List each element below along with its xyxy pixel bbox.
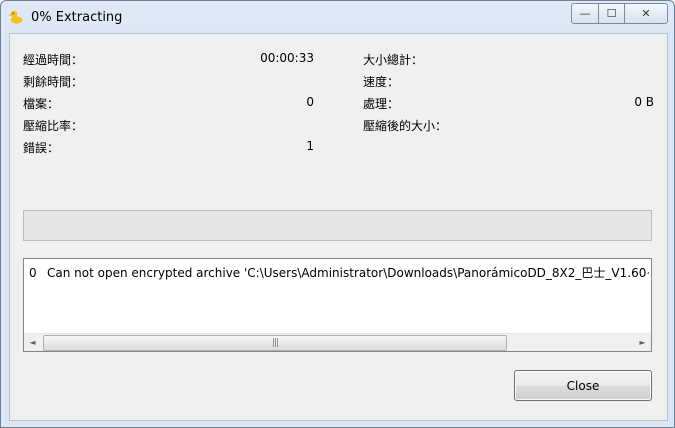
compression-ratio-label: 壓縮比率： <box>23 119 84 133</box>
close-window-button[interactable]: ✕ <box>625 3 668 24</box>
minimize-button[interactable]: — <box>571 3 599 24</box>
processed-value: 0 B <box>634 95 654 109</box>
extract-window: 0% Extracting — ☐ ✕ 經過時間： 00:00:33 剩餘時間：… <box>0 0 675 428</box>
scroll-right-icon[interactable]: ► <box>634 334 651 351</box>
dialog-body: 經過時間： 00:00:33 剩餘時間： 檔案： 0 壓縮比率： 錯誤： 1 大… <box>9 33 668 421</box>
maximize-button[interactable]: ☐ <box>599 3 625 24</box>
title-bar[interactable]: 0% Extracting — ☐ ✕ <box>1 1 674 33</box>
elapsed-time-value: 00:00:33 <box>260 51 314 65</box>
speed-label: 速度： <box>363 75 400 89</box>
total-size-label: 大小總計： <box>363 53 424 67</box>
window-controls: — ☐ ✕ <box>571 3 668 24</box>
close-button[interactable]: Close <box>514 370 652 401</box>
scroll-thumb[interactable]: ||| <box>43 335 507 351</box>
scroll-left-icon[interactable]: ◄ <box>24 334 41 351</box>
packed-size-label: 壓縮後的大小： <box>363 119 448 133</box>
horizontal-scrollbar[interactable]: ◄ ||| ► <box>24 333 651 351</box>
errors-label: 錯誤： <box>23 141 60 155</box>
message-log[interactable]: 0 Can not open encrypted archive 'C:\User… <box>23 258 652 352</box>
log-line-text: Can not open encrypted archive 'C:\Users… <box>47 266 649 280</box>
errors-value: 1 <box>306 139 314 153</box>
log-line[interactable]: 0 Can not open encrypted archive 'C:\User… <box>29 264 649 281</box>
files-label: 檔案： <box>23 97 60 111</box>
elapsed-time-label: 經過時間： <box>23 53 84 67</box>
files-value: 0 <box>306 95 314 109</box>
rubber-duck-icon <box>8 10 23 24</box>
processed-label: 處理： <box>363 97 400 111</box>
remaining-time-label: 剩餘時間： <box>23 75 84 89</box>
log-line-index: 0 <box>29 266 37 280</box>
progress-bar <box>23 210 652 241</box>
window-title: 0% Extracting <box>31 10 123 25</box>
